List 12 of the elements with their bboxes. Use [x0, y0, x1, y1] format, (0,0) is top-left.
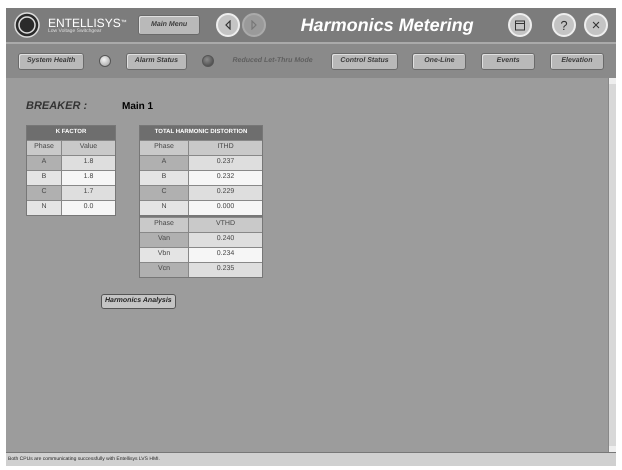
logo-icon — [14, 12, 40, 38]
help-button[interactable]: ? — [552, 13, 576, 37]
page-title: Harmonics Metering — [300, 14, 475, 37]
breaker-value: Main 1 — [122, 100, 154, 114]
left-triangle-icon — [223, 20, 234, 30]
calendar-button[interactable] — [508, 13, 532, 37]
close-button[interactable]: × — [584, 13, 608, 37]
brand-name: ENTELLISYS$^{™}$ — [48, 16, 128, 28]
breaker-label: BREAKER : — [26, 99, 88, 114]
right-triangle-icon — [249, 20, 260, 30]
calendar-icon — [514, 19, 526, 31]
back-button[interactable] — [216, 13, 240, 37]
